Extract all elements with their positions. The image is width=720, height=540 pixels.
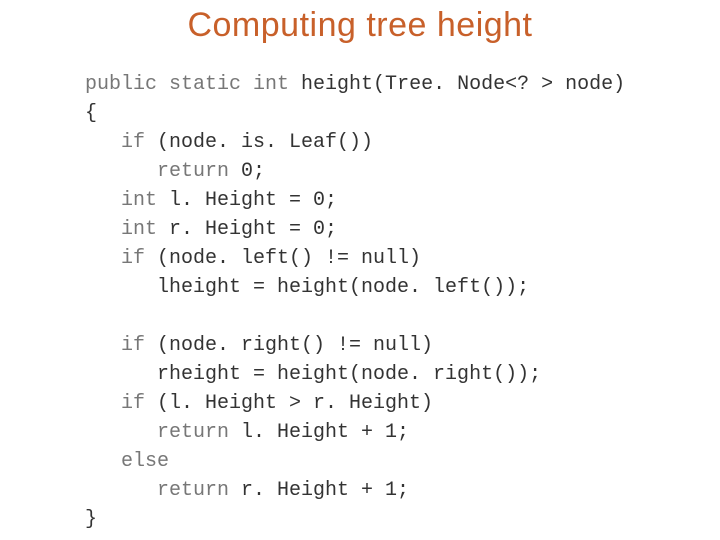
code-kw: if xyxy=(85,334,157,357)
code-kw: public static int xyxy=(85,73,301,96)
code-text: (node. left() != null) xyxy=(157,247,421,270)
code-text: lheight = height(node. left()); xyxy=(85,276,529,299)
code-text: (node. right() != null) xyxy=(157,334,433,357)
slide-title: Computing tree height xyxy=(0,6,720,45)
code-kw: if xyxy=(85,247,157,270)
code-kw: return xyxy=(85,160,241,183)
code-text: r. Height = 0; xyxy=(169,218,337,241)
code-kw: return xyxy=(85,479,241,502)
code-text: { xyxy=(85,102,97,125)
code-text: height(Tree. Node<? > node) xyxy=(301,73,625,96)
code-kw: if xyxy=(85,131,157,154)
code-text: (node. is. Leaf()) xyxy=(157,131,373,154)
code-kw: int xyxy=(85,218,169,241)
code-text: 0; xyxy=(241,160,265,183)
code-kw: else xyxy=(85,450,169,473)
code-text: l. Height + 1; xyxy=(241,421,409,444)
code-text: r. Height + 1; xyxy=(241,479,409,502)
code-kw: int xyxy=(85,189,169,212)
code-text: (l. Height > r. Height) xyxy=(157,392,433,415)
code-text: rheight = height(node. right()); xyxy=(85,363,541,386)
code-block: public static int height(Tree. Node<? > … xyxy=(85,70,625,534)
slide: Computing tree height public static int … xyxy=(0,0,720,540)
code-kw: return xyxy=(85,421,241,444)
code-text: } xyxy=(85,508,97,531)
code-text: l. Height = 0; xyxy=(169,189,337,212)
code-kw: if xyxy=(85,392,157,415)
